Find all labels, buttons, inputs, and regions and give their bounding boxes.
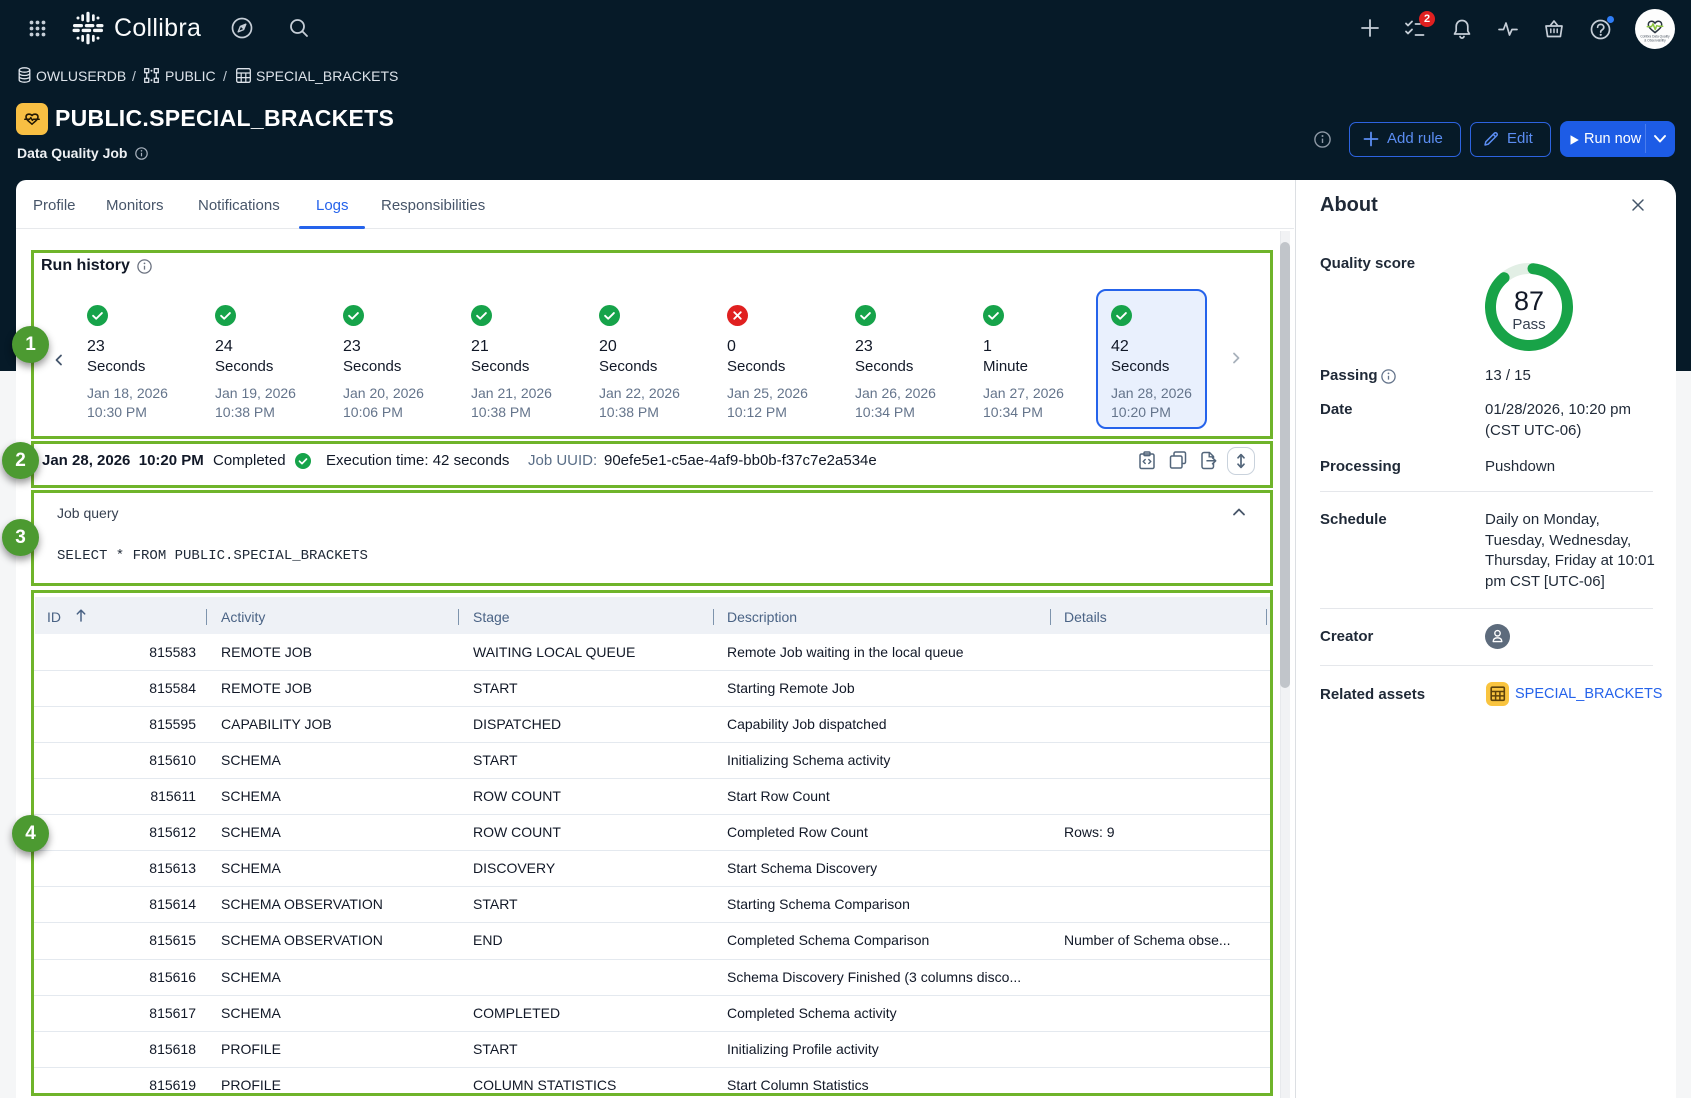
- svg-text:& Observability: & Observability: [1644, 38, 1666, 42]
